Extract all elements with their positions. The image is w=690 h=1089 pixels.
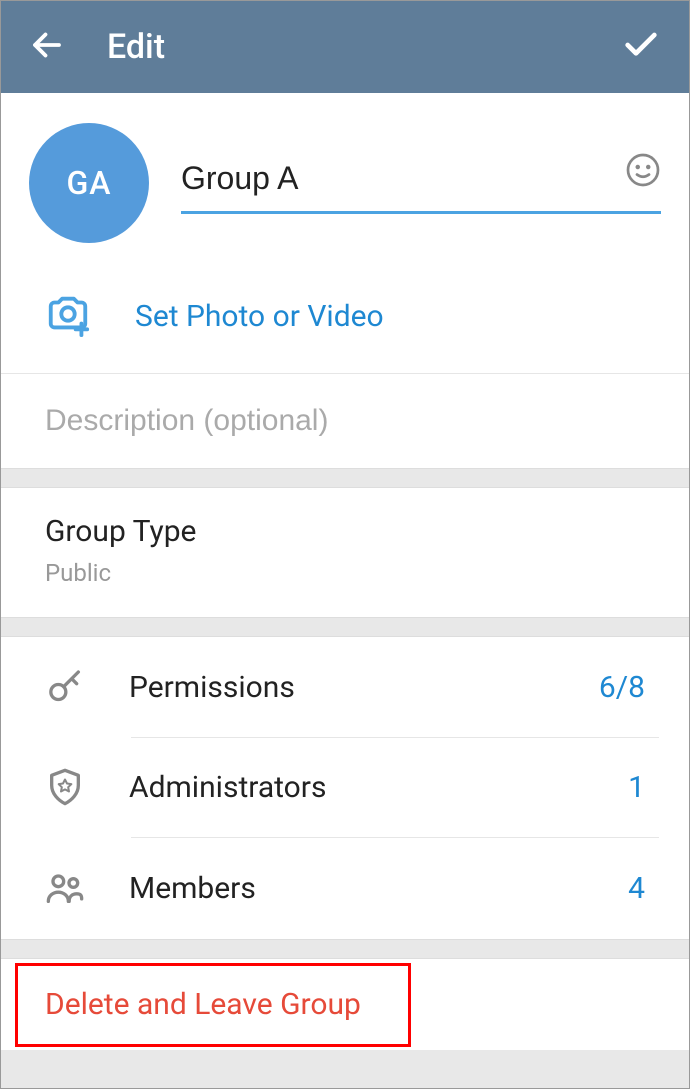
check-icon	[621, 25, 661, 65]
group-type-value: Public	[45, 559, 645, 587]
confirm-button[interactable]	[621, 25, 661, 69]
group-avatar[interactable]: GA	[29, 123, 149, 243]
members-row[interactable]: Members 4	[1, 837, 689, 939]
people-icon	[45, 867, 85, 909]
members-value: 4	[628, 871, 645, 906]
back-button[interactable]	[29, 27, 65, 67]
section-divider	[1, 939, 689, 959]
section-divider	[1, 468, 689, 488]
group-name-row: GA	[1, 93, 689, 271]
camera-icon	[45, 291, 91, 341]
section-divider	[1, 617, 689, 637]
description-input[interactable]	[45, 404, 645, 438]
set-photo-label: Set Photo or Video	[135, 299, 384, 334]
permissions-label: Permissions	[129, 670, 555, 705]
permissions-value: 6/8	[599, 670, 645, 705]
administrators-value: 1	[628, 770, 645, 805]
header-bar: Edit	[1, 1, 689, 93]
key-icon	[45, 667, 85, 707]
set-photo-row[interactable]: Set Photo or Video	[1, 271, 689, 373]
page-title: Edit	[107, 27, 579, 67]
group-type-row[interactable]: Group Type Public	[1, 488, 689, 617]
delete-leave-row[interactable]: Delete and Leave Group	[1, 959, 689, 1050]
group-name-input[interactable]	[181, 152, 661, 214]
administrators-row[interactable]: Administrators 1	[1, 737, 689, 837]
administrators-label: Administrators	[129, 770, 584, 805]
shield-star-icon	[45, 767, 85, 807]
delete-leave-label: Delete and Leave Group	[45, 987, 645, 1022]
arrow-left-icon	[29, 27, 65, 63]
description-row[interactable]	[1, 373, 689, 468]
members-label: Members	[129, 871, 584, 906]
emoji-button[interactable]	[625, 152, 661, 192]
smiley-icon	[625, 152, 661, 188]
permissions-row[interactable]: Permissions 6/8	[1, 637, 689, 737]
group-type-label: Group Type	[45, 514, 645, 549]
